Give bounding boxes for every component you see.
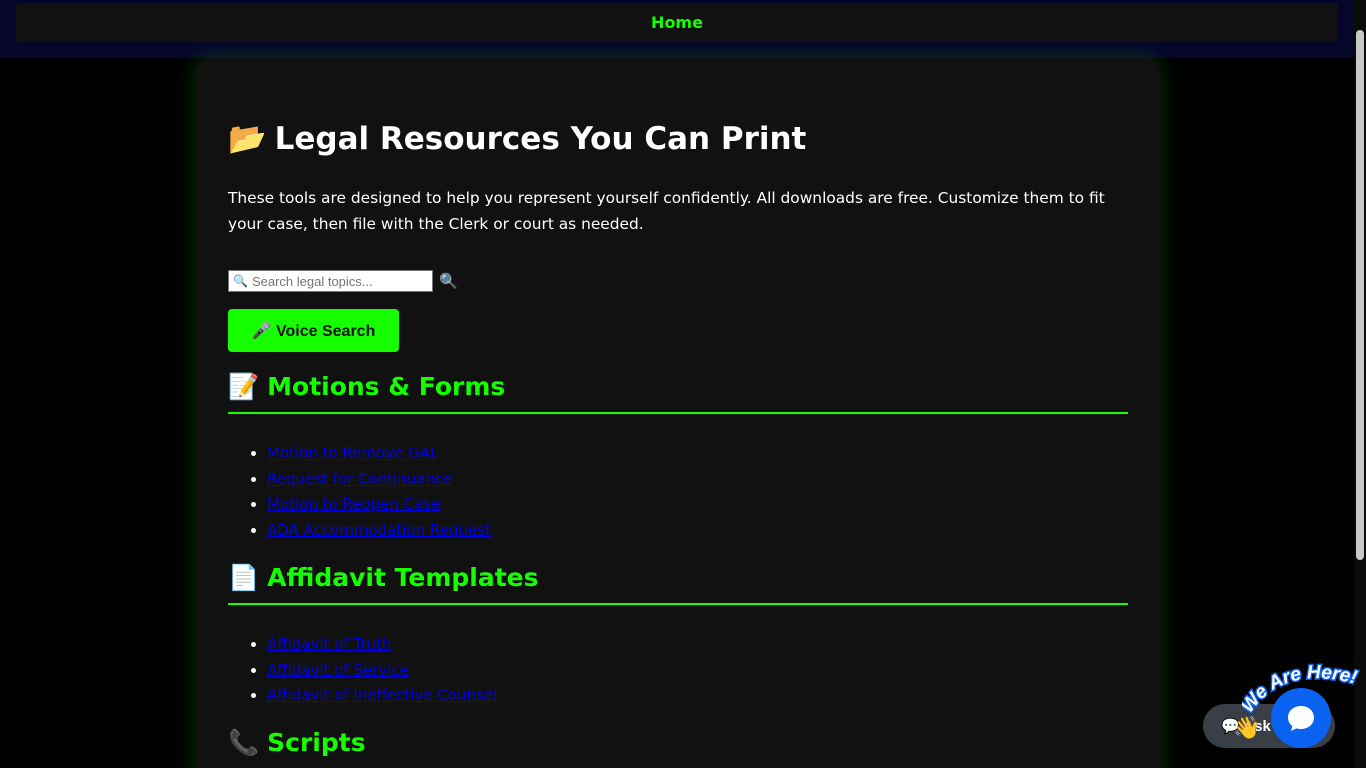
section-heading-scripts: 📞 Scripts <box>228 728 1128 768</box>
link-ada-request[interactable]: ADA Accommodation Request <box>267 521 491 539</box>
top-navbar: Home <box>0 0 1366 58</box>
section-title: Motions & Forms <box>267 372 506 401</box>
affidavit-link-list: Affidavit of Truth Affidavit of Service … <box>267 632 497 709</box>
link-affidavit-ineffective-counsel[interactable]: Affidavit of Ineffective Counsel <box>267 686 497 704</box>
page-title-text: Legal Resources You Can Print <box>274 121 807 157</box>
main-content-card: 📂 Legal Resources You Can Print These too… <box>196 58 1160 768</box>
we-are-here-text: We Are Here! <box>1242 661 1360 719</box>
nav-container: Home <box>16 3 1338 42</box>
list-item: Affidavit of Ineffective Counsel <box>267 683 497 709</box>
link-motion-reopen-case[interactable]: Motion to Reopen Case <box>267 495 440 513</box>
page-scrollbar[interactable] <box>1354 0 1366 768</box>
section-heading-motions: 📝 Motions & Forms <box>228 372 1128 414</box>
search-submit-icon[interactable]: 🔍 <box>439 272 458 290</box>
folder-icon: 📂 <box>228 121 267 157</box>
link-affidavit-truth[interactable]: Affidavit of Truth <box>267 635 391 653</box>
list-item: Affidavit of Truth <box>267 632 497 658</box>
section-title: Affidavit Templates <box>267 563 539 592</box>
list-item: ADA Accommodation Request <box>267 518 491 544</box>
list-item: Motion to Remove GAL <box>267 441 491 467</box>
section-title: Scripts <box>267 728 366 757</box>
svg-text:We Are Here!: We Are Here! <box>1242 662 1359 717</box>
list-item: Motion to Reopen Case <box>267 492 491 518</box>
nav-home-link[interactable]: Home <box>651 13 703 32</box>
list-item: Affidavit of Service <box>267 658 497 684</box>
memo-icon: 📝 <box>228 372 260 401</box>
search-icon: 🔍 <box>233 274 248 288</box>
phone-icon: 📞 <box>228 728 260 757</box>
voice-search-button[interactable]: 🎤 Voice Search <box>228 309 399 352</box>
intro-text: These tools are designed to help you rep… <box>228 189 1105 233</box>
we-are-here-badge: We Are Here! <box>1242 661 1360 719</box>
page-title: 📂 Legal Resources You Can Print <box>228 120 806 157</box>
search-field[interactable]: 🔍 <box>228 270 433 292</box>
scrollbar-thumb[interactable] <box>1356 30 1364 560</box>
motions-link-list: Motion to Remove GAL Request for Continu… <box>267 441 491 543</box>
search-row: 🔍 🔍 <box>228 270 458 292</box>
section-heading-affidavits: 📄 Affidavit Templates <box>228 563 1128 605</box>
search-input[interactable] <box>251 273 430 289</box>
link-request-continuance[interactable]: Request for Continuance <box>267 470 453 488</box>
link-motion-remove-gal[interactable]: Motion to Remove GAL <box>267 444 438 462</box>
list-item: Request for Continuance <box>267 467 491 493</box>
document-icon: 📄 <box>228 563 260 592</box>
link-affidavit-service[interactable]: Affidavit of Service <box>267 661 409 679</box>
